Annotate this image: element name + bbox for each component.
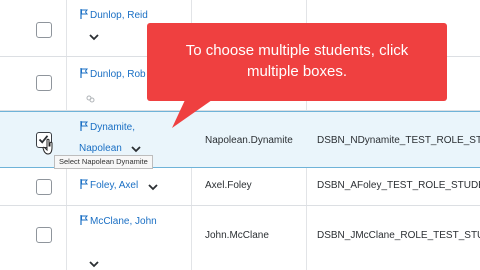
classlist-page: Dunlop, Reid Dunlop, Rob Dynamite, Napol… (0, 0, 480, 270)
chevron-down-icon[interactable] (148, 184, 158, 191)
flag-icon (80, 215, 88, 225)
table-row: Foley, Axel Axel.Foley DSBN_AFoley_TEST_… (0, 168, 480, 206)
select-row-checkbox[interactable] (36, 75, 52, 91)
select-row-checkbox[interactable] (36, 179, 52, 195)
username-cell: John.McClane (205, 230, 269, 241)
link-status-icon (86, 95, 95, 103)
select-row-checkbox[interactable] (36, 227, 52, 243)
flag-icon (80, 121, 88, 131)
mouse-pointer-icon (42, 138, 53, 155)
username-cell: Napolean.Dynamite (205, 135, 293, 146)
chevron-down-icon[interactable] (89, 261, 99, 268)
chevron-down-icon[interactable] (131, 146, 141, 153)
username-cell: Axel.Foley (205, 180, 252, 191)
table-row: McClane, John John.McClane DSBN_JMcClane… (0, 206, 480, 270)
org-defined-id-cell: DSBN_JMcClane_ROLE_TEST_STU (317, 230, 480, 241)
flag-icon (80, 68, 88, 78)
student-name-link[interactable]: Dunlop, Reid (80, 9, 148, 23)
student-name-link[interactable]: Dynamite, (80, 121, 135, 135)
checkbox-tooltip: Select Napolean Dynamite (54, 155, 153, 169)
student-name-link[interactable]: Dunlop, Rob (80, 68, 146, 82)
flag-icon (80, 9, 88, 19)
org-defined-id-cell: DSBN_NDynamite_TEST_ROLE_STU (317, 135, 480, 146)
student-name-link-line2[interactable]: Napolean (79, 142, 122, 156)
instruction-callout-text: To choose multiple students, click multi… (185, 42, 409, 80)
chevron-down-icon[interactable] (89, 34, 99, 41)
flag-icon (80, 179, 88, 189)
student-name-link[interactable]: McClane, John (80, 215, 157, 229)
select-row-checkbox[interactable] (36, 22, 52, 38)
org-defined-id-cell: DSBN_AFoley_TEST_ROLE_STUDEN (317, 180, 480, 191)
student-name-link[interactable]: Foley, Axel (80, 179, 138, 193)
